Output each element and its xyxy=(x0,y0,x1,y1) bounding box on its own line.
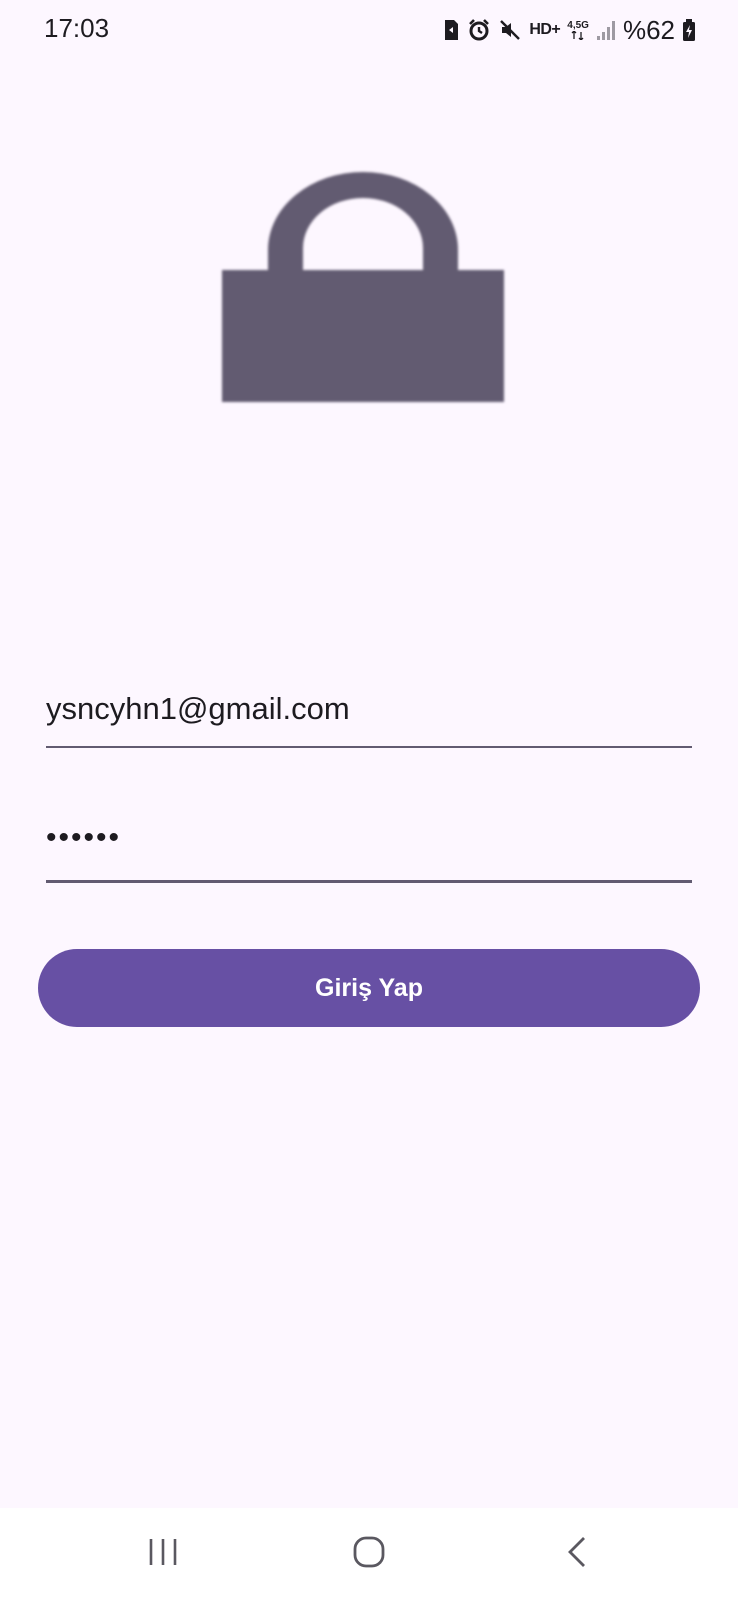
network-type-label: 4,5G xyxy=(567,19,589,31)
mute-icon xyxy=(498,18,522,42)
battery-percent: %62 xyxy=(622,14,675,45)
home-button[interactable] xyxy=(309,1508,429,1600)
status-bar: 17:03 HD+ 4,5G %62 xyxy=(0,0,738,60)
back-icon xyxy=(565,1535,589,1574)
lock-icon xyxy=(218,160,508,410)
home-icon xyxy=(352,1535,386,1574)
navigation-bar xyxy=(0,1508,738,1600)
email-input[interactable] xyxy=(46,686,692,732)
signal-icon xyxy=(596,19,616,41)
email-field[interactable] xyxy=(46,686,692,748)
password-input[interactable] xyxy=(46,814,692,862)
network-4-5g-icon: 4,5G xyxy=(567,19,589,40)
status-icons: HD+ 4,5G %62 xyxy=(442,14,696,46)
back-button[interactable] xyxy=(517,1508,637,1600)
alarm-icon xyxy=(467,18,491,42)
login-screen: 17:03 HD+ 4,5G %62 ysncyhn1@gmail.com Gi… xyxy=(0,0,738,1600)
status-time: 17:03 xyxy=(44,13,110,43)
login-button[interactable]: Giriş Yap xyxy=(38,949,700,1027)
password-field[interactable] xyxy=(46,814,692,883)
battery-icon xyxy=(682,18,696,42)
hd-plus-icon: HD+ xyxy=(529,21,561,38)
recents-button[interactable] xyxy=(103,1508,223,1600)
recents-icon xyxy=(146,1537,180,1572)
sim-icon xyxy=(442,18,460,42)
